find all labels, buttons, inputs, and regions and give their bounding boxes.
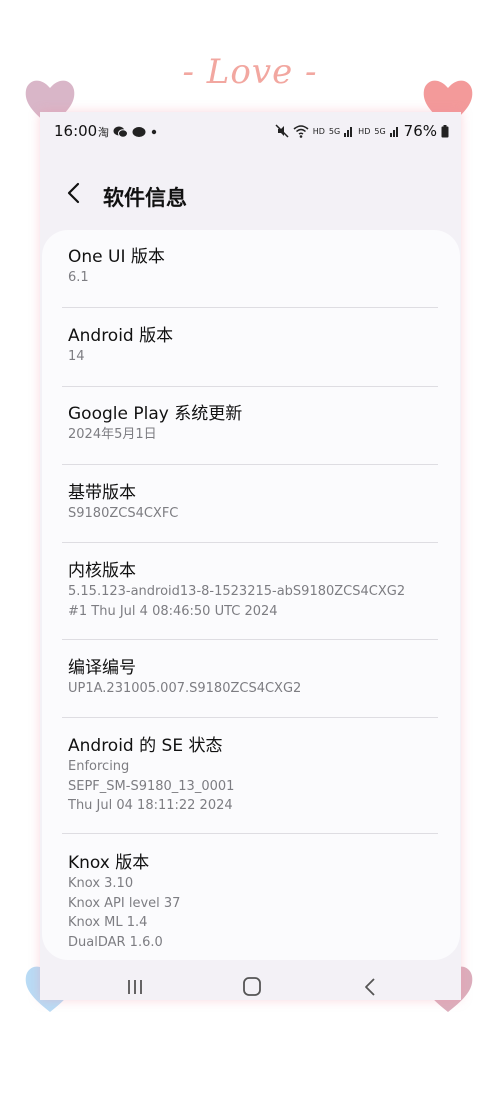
list-item-title: 编译编号 bbox=[68, 658, 136, 678]
list-item-kernel-version[interactable]: 内核版本 5.15.123-android13-8-1523215-abS918… bbox=[68, 560, 438, 621]
taobao-icon: 淘 bbox=[98, 126, 109, 139]
divider bbox=[62, 833, 438, 834]
list-item-title: 基带版本 bbox=[68, 483, 136, 503]
divider bbox=[62, 464, 438, 465]
list-item-value: #1 Thu Jul 4 08:46:50 UTC 2024 bbox=[68, 603, 278, 619]
divider bbox=[62, 307, 438, 308]
list-item-value: 2024年5月1日 bbox=[68, 427, 157, 442]
software-info-list: One UI 版本 6.1 Android 版本 14 Google Play … bbox=[42, 230, 460, 960]
list-item-knox-version[interactable]: Knox 版本 Knox 3.10 Knox API level 37 Knox… bbox=[68, 852, 438, 952]
list-item-title: 内核版本 bbox=[68, 561, 136, 581]
divider bbox=[62, 542, 438, 543]
list-item-value: S9180ZCS4CXFC bbox=[68, 506, 179, 521]
list-item-title: Android 的 SE 状态 bbox=[68, 736, 223, 756]
wechat-icon bbox=[113, 126, 128, 138]
home-icon bbox=[243, 977, 261, 996]
list-item-baseband-version[interactable]: 基带版本 S9180ZCS4CXFC bbox=[68, 482, 438, 524]
list-item-value: DualDAR 1.6.0 bbox=[68, 934, 163, 950]
signal-icon-2 bbox=[389, 127, 398, 137]
list-item-title: One UI 版本 bbox=[68, 247, 165, 267]
list-item-value: UP1A.231005.007.S9180ZCS4CXG2 bbox=[68, 681, 302, 696]
status-bar: 16:00 淘 HD 5G HD 5G 76% bbox=[40, 116, 461, 148]
divider bbox=[62, 639, 438, 640]
list-item-one-ui-version[interactable]: One UI 版本 6.1 bbox=[68, 246, 438, 288]
list-item-title: Android 版本 bbox=[68, 326, 174, 346]
list-item-value: 5.15.123-android13-8-1523215-abS9180ZCS4… bbox=[68, 584, 406, 599]
battery-icon bbox=[441, 124, 449, 137]
back-button[interactable] bbox=[62, 178, 86, 208]
list-item-value: Knox ML 1.4 bbox=[68, 915, 148, 930]
list-item-value: Thu Jul 04 18:11:22 2024 bbox=[68, 798, 233, 813]
divider bbox=[62, 386, 438, 387]
navigation-bar bbox=[40, 962, 461, 1010]
back-icon bbox=[365, 978, 375, 996]
list-item-android-version[interactable]: Android 版本 14 bbox=[68, 325, 438, 367]
signal-icon-1 bbox=[344, 127, 353, 137]
hd-label-2: HD bbox=[358, 126, 371, 136]
list-item-value: Knox 3.10 bbox=[68, 876, 134, 891]
hd-label-1: HD bbox=[312, 126, 325, 136]
page-header: 软件信息 bbox=[40, 170, 461, 220]
list-item-title: Google Play 系统更新 bbox=[68, 404, 243, 424]
recents-icon bbox=[128, 980, 142, 994]
dot-icon bbox=[151, 129, 157, 135]
mute-icon bbox=[275, 124, 289, 138]
list-item-value: Enforcing bbox=[68, 759, 130, 774]
recents-button[interactable] bbox=[120, 974, 150, 1000]
divider bbox=[62, 717, 438, 718]
list-item-google-play-update[interactable]: Google Play 系统更新 2024年5月1日 bbox=[68, 403, 438, 445]
home-button[interactable] bbox=[237, 974, 267, 1000]
list-item-value: 6.1 bbox=[68, 270, 89, 285]
list-item-value: SEPF_SM-S9180_13_0001 bbox=[68, 778, 235, 794]
chevron-left-icon bbox=[67, 182, 80, 204]
chat-bubble-icon bbox=[132, 127, 146, 137]
list-item-title: Knox 版本 bbox=[68, 853, 150, 873]
network-label-2: 5G bbox=[374, 126, 386, 136]
list-item-se-status[interactable]: Android 的 SE 状态 Enforcing SEPF_SM-S9180_… bbox=[68, 735, 438, 816]
wifi-icon bbox=[293, 124, 309, 138]
page-title: 软件信息 bbox=[103, 186, 187, 210]
list-item-build-number[interactable]: 编译编号 UP1A.231005.007.S9180ZCS4CXG2 bbox=[68, 657, 438, 699]
battery-percent: 76% bbox=[403, 122, 437, 140]
system-back-button[interactable] bbox=[356, 974, 386, 1000]
status-time: 16:00 bbox=[54, 122, 98, 140]
list-item-value: 14 bbox=[68, 349, 85, 364]
list-item-value: Knox API level 37 bbox=[68, 895, 181, 911]
network-label-1: 5G bbox=[328, 126, 341, 136]
